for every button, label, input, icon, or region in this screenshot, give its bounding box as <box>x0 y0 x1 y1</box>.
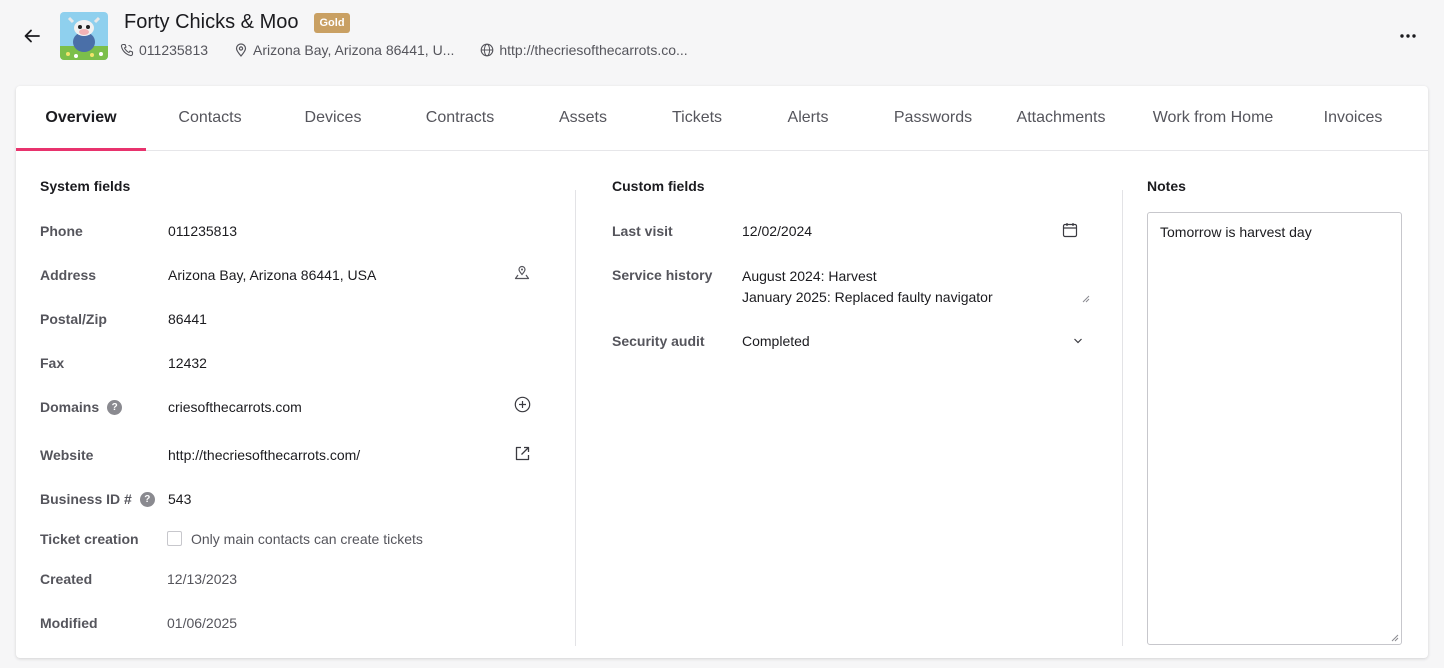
phone-label: Phone <box>40 223 83 239</box>
chevron-down-icon <box>1074 338 1082 344</box>
arrow-left-icon <box>24 29 40 43</box>
tab-passwords[interactable]: Passwords <box>860 86 1006 150</box>
open-website-button[interactable] <box>512 443 532 463</box>
globe-icon <box>481 43 494 57</box>
security-audit-select[interactable]: Completed <box>742 333 810 349</box>
system-fields-title: System fields <box>40 178 131 194</box>
resize-grip-icon[interactable] <box>1082 295 1090 303</box>
service-history-line-2[interactable]: January 2025: Replaced faulty navigator <box>742 289 993 305</box>
business-id-label: Business ID # ? <box>40 491 155 507</box>
tab-tickets[interactable]: Tickets <box>638 86 756 150</box>
tab-contracts[interactable]: Contracts <box>392 86 528 150</box>
tier-badge: Gold <box>314 12 350 33</box>
website-value[interactable]: http://thecriesofthecarrots.com/ <box>168 447 360 463</box>
tab-invoices[interactable]: Invoices <box>1306 86 1400 150</box>
tab-overview[interactable]: Overview <box>16 86 146 151</box>
modified-label: Modified <box>40 615 98 631</box>
add-domain-button[interactable] <box>512 394 532 414</box>
phone-icon <box>120 43 134 57</box>
external-link-icon <box>515 446 529 460</box>
location-pin-icon <box>235 43 247 57</box>
main-contacts-only-checkbox[interactable] <box>167 531 182 546</box>
back-button[interactable] <box>20 24 44 48</box>
address-value: Arizona Bay, Arizona 86441, USA <box>168 267 377 283</box>
header-address-text: Arizona Bay, Arizona 86441, U... <box>253 42 455 58</box>
fax-label: Fax <box>40 355 65 371</box>
business-id-label-text: Business ID # <box>40 491 132 507</box>
header-website-text[interactable]: http://thecriesofthecarrots.co... <box>499 42 687 58</box>
address-label: Address <box>40 267 97 283</box>
tab-bar: Overview Contacts Devices Contracts Asse… <box>16 86 1428 151</box>
domains-label: Domains ? <box>40 399 123 415</box>
fax-value: 12432 <box>168 355 207 371</box>
phone-value: 011235813 <box>168 223 238 239</box>
tab-assets[interactable]: Assets <box>528 86 638 150</box>
notes-title: Notes <box>1147 178 1186 194</box>
security-audit-dropdown[interactable] <box>1068 331 1088 351</box>
tab-work-from-home[interactable]: Work from Home <box>1134 86 1292 150</box>
tab-alerts[interactable]: Alerts <box>756 86 860 150</box>
header-website[interactable]: http://thecriesofthecarrots.co... <box>480 42 688 58</box>
column-divider <box>1122 190 1123 646</box>
ticket-creation-option[interactable]: Only main contacts can create tickets <box>191 531 423 547</box>
customer-card: Overview Contacts Devices Contracts Asse… <box>16 86 1428 658</box>
website-label: Website <box>40 447 94 463</box>
column-divider <box>575 190 576 646</box>
header-address: Arizona Bay, Arizona 86441, U... <box>234 42 454 58</box>
created-value: 12/13/2023 <box>167 571 238 587</box>
postal-value: 86441 <box>168 311 207 327</box>
notes-text: Tomorrow is harvest day <box>1160 224 1312 240</box>
domains-value: criesofthecarrots.com <box>168 399 302 415</box>
notes-textarea[interactable]: Tomorrow is harvest day <box>1147 212 1402 645</box>
last-visit-input[interactable]: 12/02/2024 <box>742 223 812 239</box>
last-visit-label: Last visit <box>612 223 673 239</box>
business-id-value: 543 <box>168 491 192 507</box>
more-dots-icon <box>1400 34 1416 38</box>
modified-value: 01/06/2025 <box>167 615 238 631</box>
header-phone: 011235813 <box>120 42 208 58</box>
header-phone-text: 011235813 <box>139 42 209 58</box>
tab-contacts[interactable]: Contacts <box>146 86 274 150</box>
company-logo <box>60 12 108 60</box>
map-pin-icon <box>514 265 530 280</box>
service-history-label: Service history <box>612 267 713 283</box>
ticket-creation-label: Ticket creation <box>40 531 139 547</box>
help-icon[interactable]: ? <box>107 399 123 415</box>
postal-label: Postal/Zip <box>40 311 107 327</box>
created-label: Created <box>40 571 93 587</box>
date-picker-button[interactable] <box>1060 220 1080 240</box>
tab-attachments[interactable]: Attachments <box>1006 86 1116 150</box>
service-history-line-1[interactable]: August 2024: Harvest <box>742 268 877 284</box>
more-options-button[interactable] <box>1396 24 1420 48</box>
tab-devices[interactable]: Devices <box>274 86 392 150</box>
resize-grip-icon[interactable] <box>1391 634 1399 642</box>
custom-fields-title: Custom fields <box>612 178 705 194</box>
map-location-button[interactable] <box>512 262 532 282</box>
security-audit-label: Security audit <box>612 333 705 349</box>
plus-circle-icon <box>514 396 530 412</box>
company-name: Forty Chicks & Moo <box>124 11 299 33</box>
calendar-icon <box>1062 223 1078 238</box>
domains-label-text: Domains <box>40 399 100 415</box>
help-icon[interactable]: ? <box>139 491 155 507</box>
